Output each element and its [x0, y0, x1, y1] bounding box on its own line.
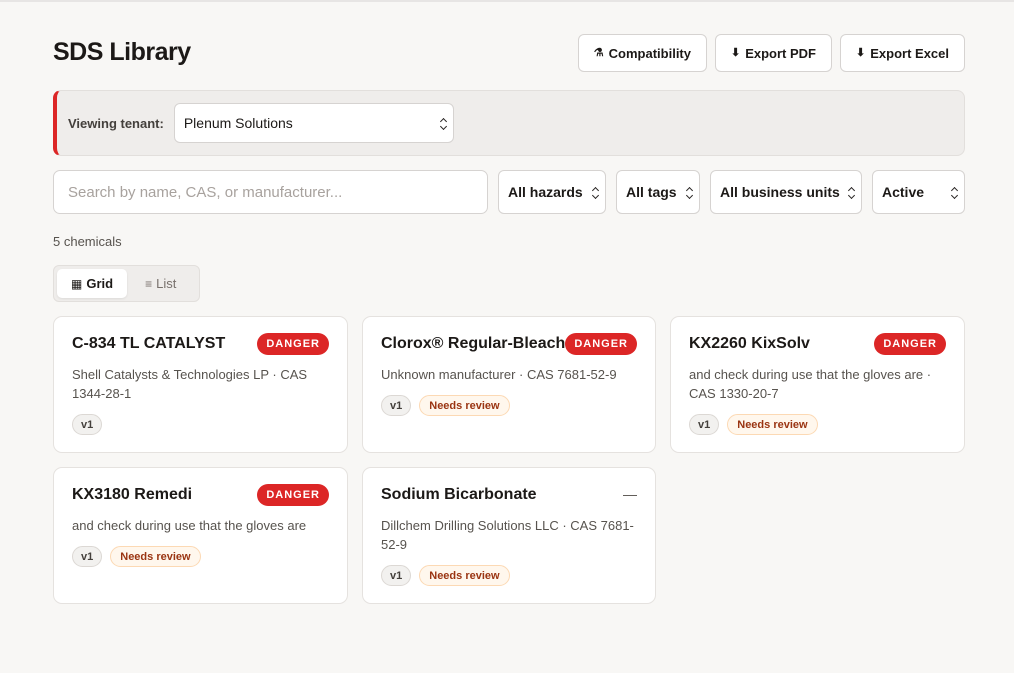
grid-icon: ▦ — [71, 276, 83, 291]
version-badge: v1 — [381, 565, 412, 586]
chemical-card[interactable]: C-834 TL CATALYST DANGER Shell Catalysts… — [53, 316, 348, 453]
chemical-chips: v1 Needs review — [381, 395, 637, 416]
needs-review-badge: Needs review — [419, 565, 510, 586]
status-filter-select[interactable]: Active — [872, 170, 965, 214]
download-icon: ⬇ — [731, 46, 741, 59]
chemical-name: Sodium Bicarbonate — [381, 486, 537, 503]
danger-badge: DANGER — [565, 333, 637, 355]
chemical-details: Unknown manufacturer · CAS 7681-52-9 — [381, 367, 617, 382]
search-input[interactable] — [53, 170, 488, 214]
grid-view-button[interactable]: ▦ Grid — [57, 269, 128, 298]
hazard-filter-select[interactable]: All hazards — [498, 170, 606, 214]
status-filter-value: Active — [882, 184, 925, 200]
business-unit-filter-select[interactable]: All business units — [710, 170, 862, 214]
export-excel-label: Export Excel — [870, 45, 949, 61]
tenant-bar: Viewing tenant: Plenum Solutions — [53, 90, 965, 156]
tag-filter-value: All tags — [626, 184, 677, 200]
header-actions: ⚗ Compatibility ⬇ Export PDF ⬇ Export Ex… — [577, 34, 965, 72]
danger-badge: DANGER — [257, 333, 329, 355]
result-count: 5 chemicals — [53, 234, 122, 249]
flask-icon: ⚗ — [593, 46, 604, 59]
page-title: SDS Library — [53, 38, 191, 66]
select-arrows-icon — [591, 186, 600, 200]
chemical-details: Dillchem Drilling Solutions LLC · CAS 76… — [381, 518, 634, 552]
tag-filter-select[interactable]: All tags — [616, 170, 700, 214]
export-pdf-label: Export PDF — [745, 45, 817, 61]
no-signal-indicator: — — [623, 486, 637, 502]
select-arrows-icon — [439, 117, 447, 131]
download-icon: ⬇ — [856, 46, 866, 59]
list-icon: ≡ — [145, 276, 153, 291]
chemical-details: and check during use that the gloves are… — [689, 367, 932, 401]
export-pdf-button[interactable]: ⬇ Export PDF — [715, 34, 833, 72]
danger-badge: DANGER — [257, 484, 329, 506]
needs-review-badge: Needs review — [110, 546, 201, 567]
chemical-chips: v1 Needs review — [381, 565, 637, 586]
chemical-card[interactable]: Sodium Bicarbonate — Dillchem Drilling S… — [362, 467, 656, 604]
business-unit-filter-value: All business units — [720, 184, 840, 200]
chemical-details: and check during use that the gloves are — [72, 518, 307, 533]
chemical-chips: v1 Needs review — [689, 414, 946, 435]
version-badge: v1 — [72, 546, 103, 567]
version-badge: v1 — [381, 395, 412, 416]
version-badge: v1 — [689, 414, 720, 435]
chemical-chips: v1 — [72, 414, 329, 435]
compatibility-label: Compatibility — [608, 45, 691, 61]
danger-badge: DANGER — [874, 333, 946, 355]
chemical-card[interactable]: KX3180 Remedi DANGER and check during us… — [53, 467, 348, 604]
tenant-select-value: Plenum Solutions — [183, 115, 293, 131]
compatibility-button[interactable]: ⚗ Compatibility — [577, 34, 707, 72]
chemical-details: Shell Catalysts & Technologies LP · CAS … — [72, 367, 308, 401]
tenant-label: Viewing tenant: — [68, 115, 164, 131]
needs-review-badge: Needs review — [727, 414, 818, 435]
select-arrows-icon — [950, 186, 959, 200]
hazard-filter-value: All hazards — [508, 184, 583, 200]
needs-review-badge: Needs review — [419, 395, 510, 416]
version-badge: v1 — [72, 414, 103, 435]
chemical-card[interactable]: KX2260 KixSolv DANGER and check during u… — [670, 316, 965, 453]
select-arrows-icon — [847, 186, 856, 200]
select-arrows-icon — [685, 186, 694, 200]
view-toggle: ▦ Grid ≡ List — [53, 265, 200, 302]
grid-view-label: Grid — [86, 276, 114, 291]
top-divider — [0, 0, 1014, 2]
list-view-button[interactable]: ≡ List — [131, 269, 190, 298]
tenant-select[interactable]: Plenum Solutions — [173, 103, 454, 143]
chemical-card[interactable]: Clorox® Regular-Bleach DANGER Unknown ma… — [362, 316, 656, 453]
export-excel-button[interactable]: ⬇ Export Excel — [840, 34, 965, 72]
chemical-chips: v1 Needs review — [72, 546, 329, 567]
list-view-label: List — [156, 276, 177, 291]
